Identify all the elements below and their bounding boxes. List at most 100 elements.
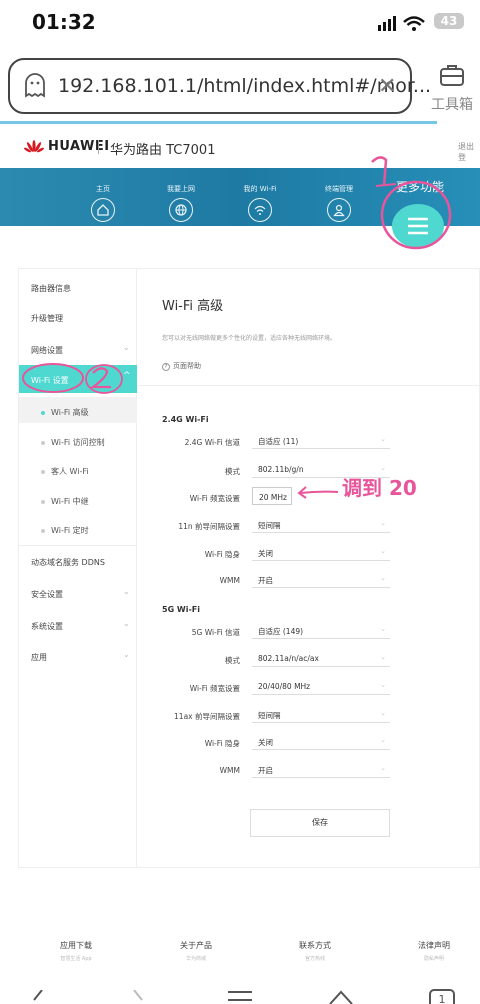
nav-devices-label: 终端管理 (325, 185, 353, 193)
field-label: 11ax 前导间隔设置 (174, 712, 240, 721)
footer-sub: 官方热线 (304, 956, 325, 962)
ghost-icon (24, 72, 46, 102)
sidebar-subitem-wifi-advanced[interactable]: Wi-Fi 高级 (41, 407, 89, 418)
toolbox-icon (440, 65, 464, 86)
battery-icon: 43 (434, 13, 464, 29)
footer-contact[interactable]: 联系方式 官方热线 (270, 940, 360, 962)
chevron-down-icon: ⌄ (123, 343, 130, 352)
clear-icon[interactable]: ✕ (378, 74, 396, 99)
toolbox-button[interactable]: 工具箱 (426, 62, 478, 114)
back-icon[interactable] (30, 990, 46, 1004)
sidebar-subitem-label: Wi-Fi 中继 (51, 497, 89, 506)
sidebar-subitem-wifi-access[interactable]: Wi-Fi 访问控制 (41, 437, 105, 448)
divider (98, 140, 99, 154)
sidebar-item-security[interactable]: 安全设置 (31, 589, 63, 600)
chevron-down-icon: ⌄ (380, 464, 386, 472)
wmm-2g-select[interactable]: 开启 ⌄ (252, 570, 390, 588)
nav-devices[interactable]: 终端管理 (309, 184, 369, 222)
field-label: Wi-Fi 隐身 (204, 739, 240, 748)
chevron-down-icon: ⌄ (380, 547, 386, 555)
address-bar[interactable]: 192.168.101.1/html/index.html#/mor... ✕ (8, 58, 431, 114)
brand-name: HUAWEI (48, 139, 110, 154)
url-text[interactable]: 192.168.101.1/html/index.html#/mor... (58, 75, 431, 97)
mode-5g-select[interactable]: 802.11a/n/ac/ax ⌄ (252, 649, 390, 667)
save-button[interactable]: 保存 (250, 809, 390, 837)
menu-icon (408, 217, 428, 235)
field-value: 短间隔 (258, 521, 281, 530)
hidden-5g-select[interactable]: 关闭 ⌄ (252, 732, 390, 750)
menu-icon[interactable] (228, 990, 252, 1004)
channel-5g-select[interactable]: 自适应 (149) ⌄ (252, 621, 390, 639)
more-features-label: 更多功能 (396, 180, 445, 194)
footer-legal[interactable]: 法律声明 隐私声明 (389, 940, 479, 962)
logout-link[interactable]: 退出登 (458, 141, 480, 163)
bandwidth-2g-select[interactable]: 20 MHz (252, 487, 292, 505)
sidebar-subitem-wifi-timer[interactable]: Wi-Fi 定时 (41, 525, 89, 536)
wmm-5g-select[interactable]: 开启 ⌄ (252, 760, 390, 778)
more-features-button[interactable] (392, 204, 444, 248)
chevron-up-icon: ^ (123, 371, 131, 381)
bandwidth-5g-select[interactable]: 20/40/80 MHz ⌄ (252, 677, 390, 695)
nav-my-wifi-label: 我的 Wi-Fi (243, 185, 277, 193)
dot-icon (41, 528, 45, 533)
channel-2g-select[interactable]: 自适应 (11) ⌄ (252, 431, 390, 449)
sidebar-item-router-info[interactable]: 路由器信息 (31, 283, 71, 294)
hidden-2g-select[interactable]: 关闭 ⌄ (252, 543, 390, 561)
sidebar-subitem-label: 客人 Wi-Fi (51, 467, 89, 476)
chevron-down-icon: ⌄ (380, 625, 386, 633)
nav-home[interactable]: 主页 (73, 184, 133, 222)
chevron-down-icon: ⌄ (380, 653, 386, 661)
sidebar-item-system[interactable]: 系统设置 (31, 621, 63, 632)
chevron-down-icon: ⌄ (380, 574, 386, 582)
divider (138, 385, 480, 386)
field-label: 模式 (225, 656, 240, 665)
status-bar: 01:32 43 (0, 0, 480, 46)
guard-interval-2g-select[interactable]: 短间隔 ⌄ (252, 515, 390, 533)
nav-internet[interactable]: 我要上网 (151, 184, 211, 222)
divider (19, 545, 137, 546)
sidebar-item-ddns[interactable]: 动态域名服务 DDNS (31, 557, 105, 568)
section-5g-header: 5G Wi-Fi (162, 605, 201, 614)
chevron-down-icon: ⌄ (123, 587, 130, 596)
chevron-down-icon: ⌄ (380, 764, 386, 772)
footer-label: 法律声明 (418, 941, 450, 950)
sidebar-subitem-guest-wifi[interactable]: 客人 Wi-Fi (41, 466, 89, 477)
field-value: 自适应 (11) (258, 437, 299, 446)
field-label: 5G Wi-Fi 信道 (191, 628, 240, 637)
sidebar-item-network[interactable]: 网络设置 (31, 345, 63, 356)
nav-my-wifi[interactable]: 我的 Wi-Fi (230, 184, 290, 222)
chevron-down-icon: ⌄ (380, 435, 386, 443)
field-label: Wi-Fi 频宽设置 (189, 684, 240, 693)
field-value: 20 MHz (259, 493, 287, 502)
sidebar-item-apps[interactable]: 应用 (31, 652, 47, 663)
clock: 01:32 (32, 10, 96, 34)
field-label: WMM (219, 766, 240, 775)
field-value: 短间隔 (258, 711, 281, 720)
sidebar-item-upgrade[interactable]: 升级管理 (31, 313, 63, 324)
dot-icon (41, 440, 45, 445)
sidebar-subitem-wifi-relay[interactable]: Wi-Fi 中继 (41, 496, 89, 507)
footer-sub: 华为商城 (185, 956, 206, 962)
help-icon: ? (162, 363, 170, 371)
user-icon (327, 198, 351, 222)
chevron-down-icon: ⌄ (380, 736, 386, 744)
footer-about[interactable]: 关于产品 华为商城 (151, 940, 241, 962)
field-value: 关闭 (258, 549, 273, 558)
chevron-down-icon: ⌄ (380, 519, 386, 527)
field-label: Wi-Fi 隐身 (204, 550, 240, 559)
field-value: 开启 (258, 576, 273, 585)
mode-2g-select[interactable]: 802.11b/g/n ⌄ (252, 460, 390, 478)
help-link[interactable]: ? 页面帮助 (162, 361, 201, 371)
home-icon[interactable] (328, 988, 354, 1004)
toolbox-label: 工具箱 (431, 97, 473, 113)
guard-interval-5g-select[interactable]: 短间隔 ⌄ (252, 705, 390, 723)
chevron-down-icon: ⌄ (380, 709, 386, 717)
wifi-icon (248, 198, 272, 222)
sidebar-item-wifi-settings[interactable]: Wi-Fi 设置 ^ (19, 365, 137, 393)
footer-sub: 智慧生活 App (60, 956, 92, 962)
forward-icon[interactable] (130, 990, 146, 1004)
tabs-icon[interactable]: 1 (428, 988, 456, 1004)
chevron-down-icon: ⌄ (380, 681, 386, 689)
footer-app-download[interactable]: 应用下载 智慧生活 App (31, 940, 121, 962)
chevron-down-icon: ⌄ (123, 650, 130, 659)
